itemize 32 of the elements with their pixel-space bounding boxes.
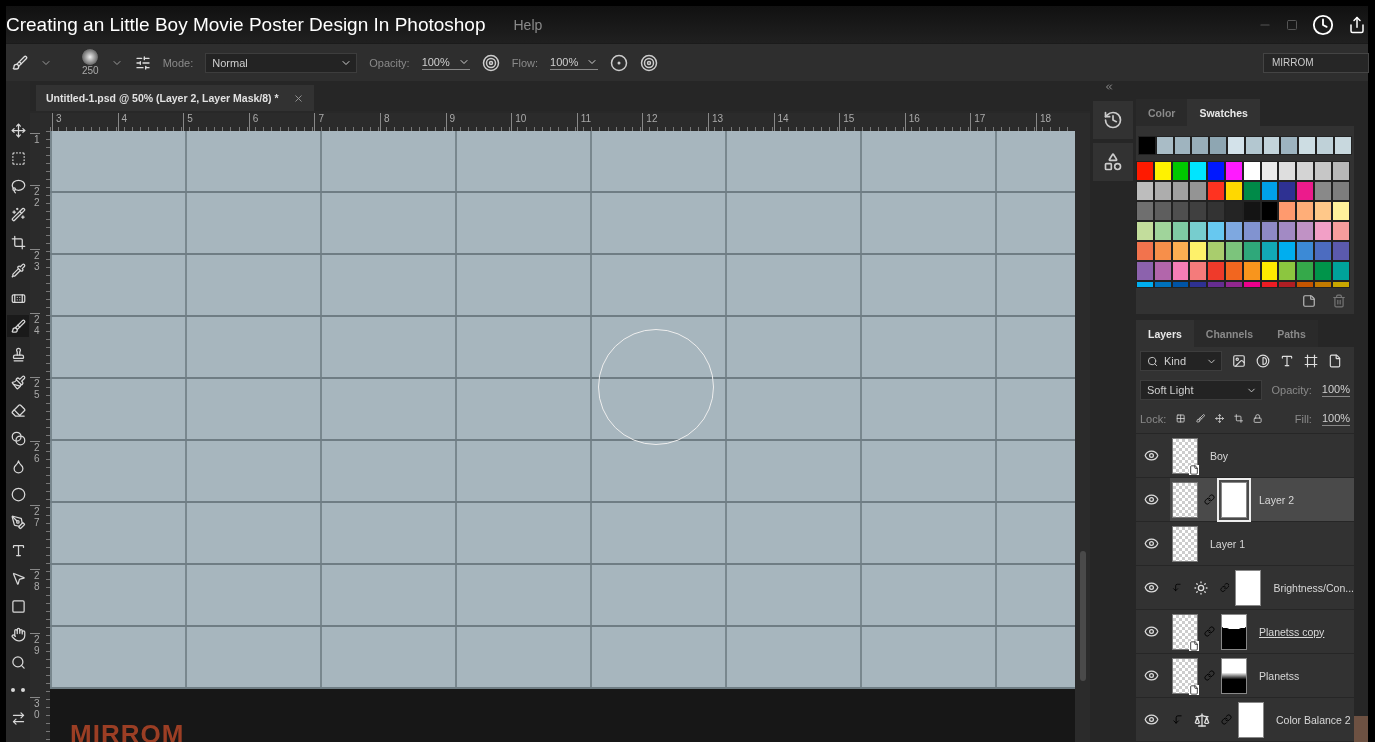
panel-tab[interactable]: Swatches [1187, 99, 1260, 126]
flow-field[interactable]: 100% [550, 55, 599, 70]
workspace-field[interactable]: MIRROM [1263, 52, 1369, 73]
mode-dropdown[interactable]: Normal [205, 52, 358, 73]
layer-name: Planetss [1259, 669, 1300, 682]
layer-opacity-field[interactable]: 100% [1321, 383, 1350, 397]
panel-tab[interactable]: Layers [1136, 320, 1194, 347]
layer-name: Layer 1 [1210, 537, 1246, 550]
flow-label: Flow: [511, 56, 539, 69]
panel-tab[interactable]: Paths [1265, 320, 1318, 347]
menu-item[interactable]: Help [513, 16, 543, 33]
opacity-label: Opacity: [1271, 384, 1312, 396]
layer-name: Brightness/Con... [1273, 581, 1354, 594]
mode-label: Mode: [162, 56, 194, 69]
document-tab[interactable]: Untitled-1.psd @ 50% (Layer 2, Layer Mask/8) * [36, 85, 314, 111]
brush-size: 250 [82, 65, 99, 76]
panel-tab[interactable]: Channels [1193, 320, 1266, 347]
video-title: Creating an Little Boy Movie Poster Design In Photoshop [6, 13, 486, 36]
panel-tab[interactable]: Color [1136, 99, 1188, 126]
filter-dropdown[interactable]: Kind [1140, 351, 1222, 372]
opacity-label: Opacity: [369, 56, 410, 69]
layer-name: Color Balance 2 [1276, 713, 1351, 726]
vertical-ruler: 1 22 23 24 25 26 27 28 29 30 [30, 131, 50, 742]
opacity-field[interactable]: 100% [421, 55, 470, 70]
layer-row[interactable]: Layer 2 [1136, 478, 1354, 522]
blend-mode-dropdown[interactable]: Soft Light [1140, 380, 1262, 400]
fill-field[interactable]: 100% [1321, 411, 1351, 426]
layer-name: Boy [1210, 449, 1229, 462]
fill-label: Fill: [1294, 412, 1312, 425]
lock-label: Lock: [1140, 412, 1167, 425]
layer-name: Layer 2 [1259, 493, 1295, 506]
layer-name: Planetss copy [1259, 625, 1325, 638]
